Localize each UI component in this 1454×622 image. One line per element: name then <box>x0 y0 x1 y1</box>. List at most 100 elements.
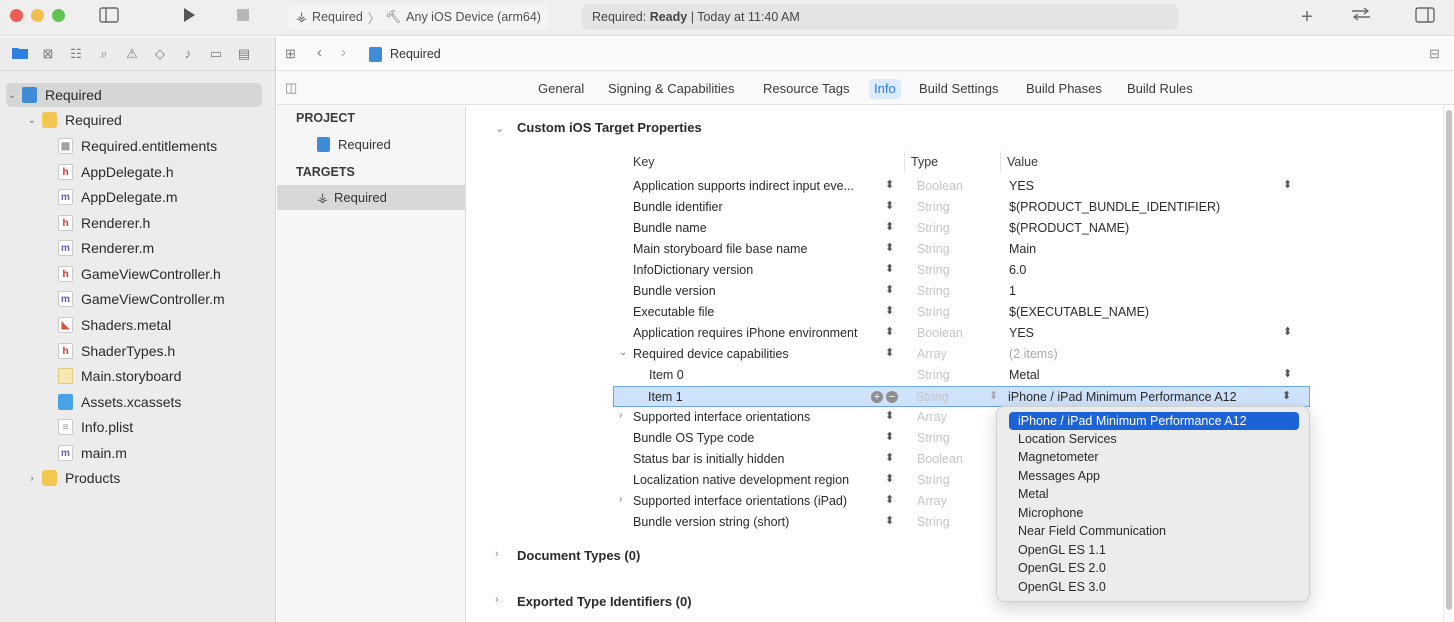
scrollbar-thumb[interactable] <box>1446 110 1452 610</box>
tree-item-group[interactable]: › Products <box>0 466 276 490</box>
property-value[interactable]: $(EXECUTABLE_NAME) <box>1009 305 1149 319</box>
property-row[interactable]: Application requires iPhone environment … <box>613 323 1310 344</box>
stepper-icon[interactable]: ⬍ <box>885 325 894 338</box>
tree-item-file[interactable]: Assets.xcassets <box>0 390 276 414</box>
minimize-window-button[interactable] <box>31 9 44 22</box>
property-value[interactable]: Main <box>1009 242 1036 256</box>
report-navigator-icon[interactable]: ▤ <box>236 46 252 62</box>
property-row-selected[interactable]: Item 1 + − String ⬍ iPhone / iPad Minimu… <box>613 386 1310 407</box>
disclosure-open-icon[interactable]: ⌄ <box>619 347 627 358</box>
property-row[interactable]: Main storyboard file base name ⬍ String … <box>613 239 1310 260</box>
stepper-icon[interactable]: ⬍ <box>885 451 894 464</box>
source-control-icon[interactable]: ⊠ <box>40 46 56 62</box>
stepper-icon[interactable]: ⬍ <box>885 409 894 422</box>
property-type[interactable]: Array <box>917 494 947 508</box>
property-value[interactable]: YES <box>1009 179 1034 193</box>
test-navigator-icon[interactable]: ◇ <box>152 46 168 62</box>
property-row[interactable]: Executable file ⬍ String $(EXECUTABLE_NA… <box>613 302 1310 323</box>
property-type[interactable]: String <box>917 305 950 319</box>
disclosure-closed-icon[interactable]: › <box>495 594 499 606</box>
property-type[interactable]: String <box>917 242 950 256</box>
navigator-toggle-icon[interactable] <box>98 7 120 27</box>
disclosure-closed-icon[interactable]: › <box>619 410 622 421</box>
tree-item-file[interactable]: ≡ Info.plist <box>0 415 276 439</box>
property-type[interactable]: String <box>917 473 950 487</box>
menu-item-microphone[interactable]: Microphone <box>1009 504 1299 522</box>
stop-button[interactable] <box>232 7 254 27</box>
property-type[interactable]: String <box>917 431 950 445</box>
property-type[interactable]: String <box>917 221 950 235</box>
project-item[interactable]: Required <box>277 132 465 157</box>
tab-resource-tags[interactable]: Resource Tags <box>758 79 854 99</box>
close-window-button[interactable] <box>10 9 23 22</box>
run-button[interactable] <box>178 7 200 27</box>
tab-signing-capabilities[interactable]: Signing & Capabilities <box>603 79 739 99</box>
property-row[interactable]: Application supports indirect input eve.… <box>613 176 1310 197</box>
tree-item-file[interactable]: h GameViewController.h <box>0 262 276 286</box>
tree-item-file[interactable]: m Renderer.m <box>0 236 276 260</box>
tree-item-file[interactable]: h AppDelegate.h <box>0 160 276 184</box>
tab-build-rules[interactable]: Build Rules <box>1122 79 1198 99</box>
property-type[interactable]: String <box>917 284 950 298</box>
menu-item-a12[interactable]: iPhone / iPad Minimum Performance A12 <box>1009 412 1299 430</box>
property-value[interactable]: 6.0 <box>1009 263 1026 277</box>
property-row[interactable]: Bundle version ⬍ String 1 <box>613 281 1310 302</box>
column-header-key[interactable]: Key <box>633 155 655 169</box>
stepper-icon[interactable]: ⬍ <box>885 514 894 527</box>
property-value[interactable]: Metal <box>1009 368 1040 382</box>
tree-item-file[interactable]: Main.storyboard <box>0 364 276 388</box>
property-type[interactable]: Boolean <box>917 179 963 193</box>
stepper-icon[interactable]: ⬍ <box>885 430 894 443</box>
disclosure-open-icon[interactable]: ⌄ <box>26 115 38 126</box>
disclosure-closed-icon[interactable]: › <box>495 548 499 560</box>
tab-info[interactable]: Info <box>869 79 901 99</box>
scheme-selector[interactable]: ⚶ Required 〉 🔨︎ Any iOS Device (arm64) <box>288 5 549 29</box>
sidebar-toggle-icon[interactable]: ◫ <box>285 80 297 96</box>
add-row-icon[interactable]: + <box>871 391 883 403</box>
property-value[interactable]: $(PRODUCT_BUNDLE_IDENTIFIER) <box>1009 200 1220 214</box>
symbol-navigator-icon[interactable]: ☷ <box>68 46 84 62</box>
breakpoint-icon[interactable]: ▭ <box>208 46 224 62</box>
tree-item-file[interactable]: h ShaderTypes.h <box>0 339 276 363</box>
stepper-icon[interactable]: ⬍ <box>989 389 998 402</box>
section-title-document-types[interactable]: Document Types (0) <box>517 548 640 563</box>
tab-general[interactable]: General <box>533 79 589 99</box>
tree-item-file[interactable]: m GameViewController.m <box>0 287 276 311</box>
property-row[interactable]: Bundle identifier ⬍ String $(PRODUCT_BUN… <box>613 197 1310 218</box>
stepper-icon[interactable]: ⬍ <box>885 493 894 506</box>
disclosure-closed-icon[interactable]: › <box>26 473 38 484</box>
back-arrow-icon[interactable]: ‹ <box>317 44 322 61</box>
value-popup-icon[interactable]: ⬍ <box>1283 367 1292 380</box>
vertical-scrollbar[interactable] <box>1443 106 1454 622</box>
remove-row-icon[interactable]: − <box>886 391 898 403</box>
stepper-icon[interactable]: ⬍ <box>885 472 894 485</box>
debug-navigator-icon[interactable]: ♪ <box>180 46 196 62</box>
stepper-icon[interactable]: ⬍ <box>885 178 894 191</box>
folder-icon[interactable] <box>12 46 28 62</box>
stepper-icon[interactable]: ⬍ <box>885 346 894 359</box>
stepper-icon[interactable]: ⬍ <box>885 304 894 317</box>
tree-item-file[interactable]: m main.m <box>0 441 276 465</box>
add-editor-icon[interactable]: ⊟ <box>1429 46 1440 62</box>
property-value[interactable]: 1 <box>1009 284 1016 298</box>
menu-item-metal[interactable]: Metal <box>1009 485 1299 503</box>
tree-item-project[interactable]: ⌄ Required <box>6 83 262 107</box>
menu-item-messages-app[interactable]: Messages App <box>1009 467 1299 485</box>
property-type[interactable]: String <box>917 515 950 529</box>
tree-item-group[interactable]: ⌄ Required <box>0 108 276 132</box>
section-title-exported-types[interactable]: Exported Type Identifiers (0) <box>517 594 692 609</box>
value-popup-icon[interactable]: ⬍ <box>1283 178 1292 191</box>
menu-item-opengl-es-2-0[interactable]: OpenGL ES 2.0 <box>1009 559 1299 577</box>
property-type[interactable]: String <box>917 200 950 214</box>
property-row[interactable]: ⌄ Required device capabilities ⬍ Array (… <box>613 344 1310 365</box>
zoom-window-button[interactable] <box>52 9 65 22</box>
menu-item-opengl-es-3-0[interactable]: OpenGL ES 3.0 <box>1009 578 1299 596</box>
menu-item-opengl-es-1-1[interactable]: OpenGL ES 1.1 <box>1009 541 1299 559</box>
issue-warning-icon[interactable]: ⚠ <box>124 46 140 62</box>
add-icon[interactable]: + <box>1296 7 1318 27</box>
stepper-icon[interactable]: ⬍ <box>885 199 894 212</box>
property-value[interactable]: YES <box>1009 326 1034 340</box>
property-value[interactable]: iPhone / iPad Minimum Performance A12 <box>1008 390 1237 404</box>
property-type[interactable]: Array <box>917 410 947 424</box>
property-row[interactable]: Item 0 String Metal ⬍ <box>613 365 1310 386</box>
